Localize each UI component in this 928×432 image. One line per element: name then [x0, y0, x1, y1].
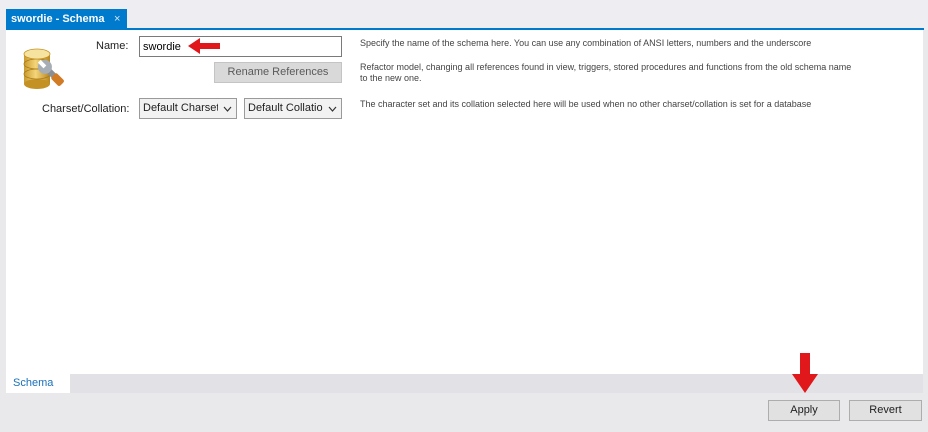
rename-description-line1: Refactor model, changing all references …: [360, 62, 852, 72]
database-wrench-icon: [23, 48, 64, 89]
name-label: Name:: [96, 40, 129, 52]
charset-collation-label: Charset/Collation:: [42, 103, 130, 115]
name-description: Specify the name of the schema here. You…: [360, 38, 812, 48]
charset-value: Default Charset: [143, 102, 218, 114]
collation-value: Default Collation: [248, 102, 323, 114]
bottom-tab-strip: Schema: [6, 374, 923, 393]
tab-title: swordie - Schema: [11, 13, 105, 25]
schema-editor-panel: Name: Rename References Charset/Collatio…: [6, 30, 923, 374]
rename-references-button[interactable]: Rename References: [214, 62, 342, 83]
red-arrow-icon: [188, 38, 220, 54]
apply-button[interactable]: Apply: [768, 400, 840, 421]
red-arrow-icon: [792, 353, 818, 393]
chevron-down-icon: [328, 106, 337, 112]
revert-button[interactable]: Revert: [849, 400, 922, 421]
schema-name-input[interactable]: [139, 36, 342, 57]
rename-description-line2: to the new one.: [360, 73, 422, 83]
charset-select[interactable]: Default Charset: [139, 98, 237, 119]
editor-tabstrip: swordie - Schema ×: [0, 0, 928, 30]
charset-description: The character set and its collation sele…: [360, 99, 812, 109]
close-icon[interactable]: ×: [114, 13, 120, 25]
tab-schema-editor[interactable]: swordie - Schema ×: [6, 9, 127, 30]
tab-schema[interactable]: Schema: [6, 374, 70, 393]
chevron-down-icon: [223, 106, 232, 112]
collation-select[interactable]: Default Collation: [244, 98, 342, 119]
